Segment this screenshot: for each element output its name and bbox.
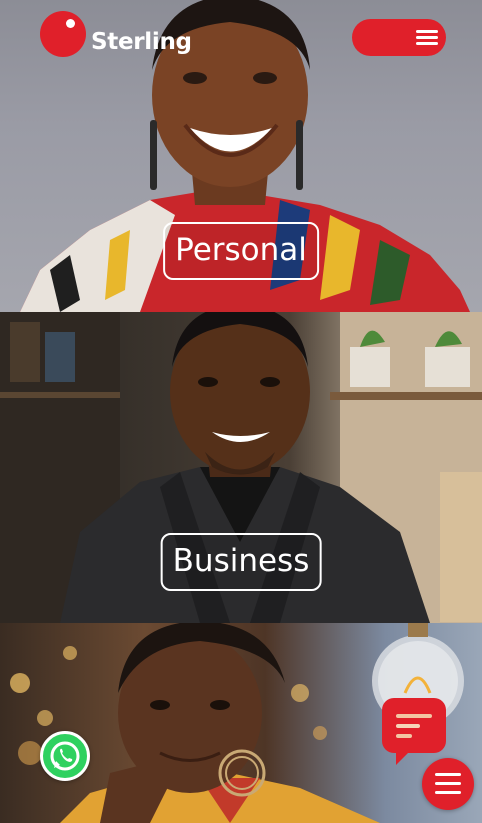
hamburger-icon	[435, 773, 461, 800]
personal-label[interactable]: Personal	[163, 222, 319, 280]
whatsapp-icon	[50, 741, 80, 771]
business-label[interactable]: Business	[160, 533, 322, 591]
brand-name: Sterling	[91, 29, 192, 55]
chat-button[interactable]	[382, 698, 446, 765]
chat-bubble-icon	[396, 714, 432, 744]
whatsapp-button[interactable]	[40, 731, 90, 781]
header-menu-button[interactable]	[352, 19, 446, 56]
sterling-logo[interactable]: Sterling	[40, 11, 192, 57]
floating-menu-button[interactable]	[422, 758, 474, 810]
logo-mark-icon	[40, 11, 86, 57]
landing-page: Personal Business Sterling	[0, 0, 482, 823]
hamburger-icon	[416, 30, 438, 45]
panel-business[interactable]: Business	[0, 312, 482, 623]
